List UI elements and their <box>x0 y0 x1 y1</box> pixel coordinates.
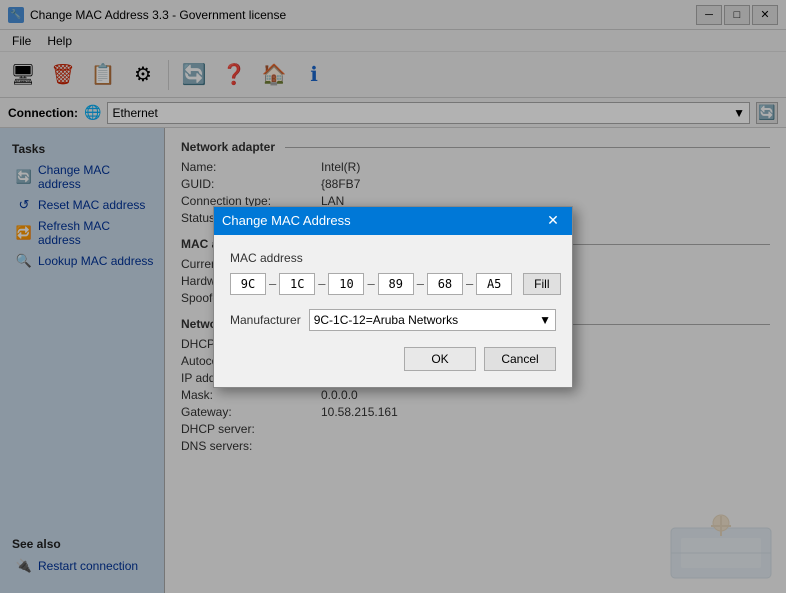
modal-buttons: OK Cancel <box>230 347 556 371</box>
mac-sep-4: – <box>417 276 424 291</box>
mac-octet-5[interactable] <box>427 273 463 295</box>
mac-octet-6[interactable] <box>476 273 512 295</box>
modal-body: MAC address – – – – – Fill Manufacturer … <box>214 235 572 387</box>
mac-input-group: – – – – – Fill <box>230 273 556 295</box>
manufacturer-dropdown-icon: ▼ <box>539 313 551 327</box>
mac-section-label: MAC address <box>230 251 556 265</box>
mac-sep-1: – <box>269 276 276 291</box>
change-mac-dialog: Change MAC Address ✕ MAC address – – – –… <box>213 206 573 388</box>
mac-sep-3: – <box>367 276 374 291</box>
modal-overlay: Change MAC Address ✕ MAC address – – – –… <box>0 0 786 593</box>
mac-sep-2: – <box>318 276 325 291</box>
manufacturer-label: Manufacturer <box>230 313 301 327</box>
ok-button[interactable]: OK <box>404 347 476 371</box>
manufacturer-row: Manufacturer 9C-1C-12=Aruba Networks ▼ <box>230 309 556 331</box>
cancel-button[interactable]: Cancel <box>484 347 556 371</box>
mac-octet-1[interactable] <box>230 273 266 295</box>
manufacturer-select[interactable]: 9C-1C-12=Aruba Networks ▼ <box>309 309 556 331</box>
mac-octet-2[interactable] <box>279 273 315 295</box>
mac-octet-3[interactable] <box>328 273 364 295</box>
fill-button[interactable]: Fill <box>523 273 560 295</box>
modal-title: Change MAC Address <box>222 213 351 228</box>
mac-sep-5: – <box>466 276 473 291</box>
modal-title-bar: Change MAC Address ✕ <box>214 207 572 235</box>
mac-octet-4[interactable] <box>378 273 414 295</box>
modal-close-button[interactable]: ✕ <box>542 211 564 231</box>
manufacturer-value: 9C-1C-12=Aruba Networks <box>314 313 458 327</box>
